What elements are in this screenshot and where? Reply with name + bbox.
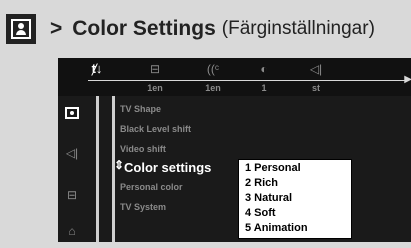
angle-icon[interactable]: ◐ 1 (254, 61, 274, 93)
subtitle-value: 1en (147, 83, 163, 93)
option-animation[interactable]: 5 Animation (245, 222, 308, 234)
option-natural[interactable]: 3 Natural (245, 192, 292, 204)
left-icon-column: ◁| ⊟ ⌂ (58, 96, 88, 242)
menu-item-video-shift[interactable]: Video shift (120, 144, 166, 154)
menu-item-tv-system[interactable]: TV System (120, 202, 166, 212)
menu-item-color-settings[interactable]: ⇕ Color settings (114, 158, 212, 175)
subtitle-icon[interactable]: ⊟ 1en (142, 61, 168, 93)
up-down-arrow-icon: ⇕ (114, 158, 125, 172)
divider-line (96, 96, 99, 242)
menu-item-label: Color settings (124, 160, 212, 175)
audio-value: 1en (205, 83, 221, 93)
heading-arrow: > (50, 17, 63, 40)
arrow-right-icon: ▶ (404, 74, 411, 85)
heading-subtitle: (Färginställningar) (221, 18, 375, 39)
osd-screen: ⱦ↓ ⊟ 1en ((ᶜ 1en ◐ 1 ◁| st ▶ ◁| ⊟ ⌂ TV S… (58, 58, 411, 242)
option-personal[interactable]: 1 Personal (245, 162, 301, 174)
option-soft[interactable]: 4 Soft (245, 207, 276, 219)
menu-item-personal-color[interactable]: Personal color (120, 182, 183, 192)
audio-icon[interactable]: ((ᶜ 1en (200, 61, 226, 93)
speaker-value: st (311, 83, 320, 93)
heading-title: Color Settings (72, 17, 216, 40)
picture-settings-icon (6, 14, 36, 44)
color-settings-options: 1 Personal 2 Rich 3 Natural 4 Soft 5 Ani… (238, 159, 352, 239)
speaker-icon[interactable]: ◁| st (306, 61, 326, 93)
picture-icon[interactable] (62, 104, 82, 122)
sound-icon[interactable]: ◁| (62, 144, 82, 162)
page-heading: > Color Settings (Färginställningar) (6, 12, 375, 46)
menu-item-black-level-shift[interactable]: Black Level shift (120, 124, 191, 134)
setup-icon[interactable]: ⱦ↓ (88, 61, 106, 77)
option-rich[interactable]: 2 Rich (245, 177, 278, 189)
menu-item-tv-shape[interactable]: TV Shape (120, 104, 161, 114)
top-bar: ⱦ↓ ⊟ 1en ((ᶜ 1en ◐ 1 ◁| st ▶ (58, 58, 411, 96)
top-divider (88, 80, 408, 81)
language-icon[interactable]: ⊟ (62, 186, 82, 204)
angle-value: 1 (261, 83, 267, 93)
features-icon[interactable]: ⌂ (62, 222, 82, 240)
